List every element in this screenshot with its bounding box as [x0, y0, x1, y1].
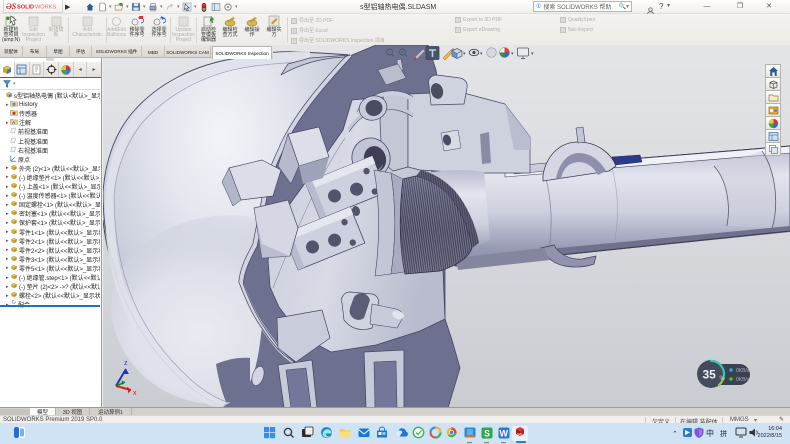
svg-text:0KB/s: 0KB/s [736, 368, 750, 374]
svg-text:S: S [484, 429, 490, 439]
svg-text:中: 中 [706, 428, 714, 438]
svg-text:▾: ▾ [463, 51, 466, 57]
svg-text:拼: 拼 [720, 429, 727, 438]
svg-text:⌃: ⌃ [672, 430, 678, 438]
svg-text:W: W [500, 429, 509, 439]
svg-text:z: z [124, 360, 128, 367]
svg-text:35: 35 [703, 368, 717, 382]
svg-text:SOLID: SOLID [17, 5, 34, 11]
svg-text:ƏS: ƏS [6, 2, 17, 11]
svg-text:▾: ▾ [531, 51, 534, 57]
svg-text:▾: ▾ [480, 51, 483, 57]
svg-text:x: x [133, 390, 137, 395]
svg-text:WORKS: WORKS [35, 5, 56, 11]
svg-text:sw: sw [517, 431, 522, 436]
svg-text:0KB/s: 0KB/s [736, 377, 750, 383]
svg-text:▾: ▾ [511, 51, 514, 57]
svg-text:%: % [720, 376, 726, 382]
